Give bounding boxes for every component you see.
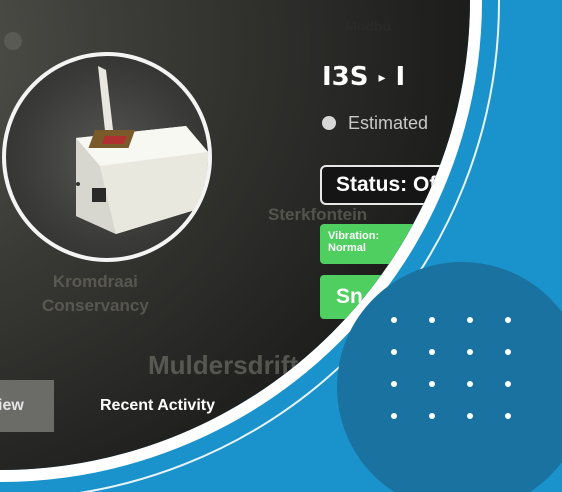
map-label-kromdraai: Kromdraai Conservancy	[42, 270, 149, 318]
estimated-location: Estimated	[322, 113, 428, 134]
decor-dot	[467, 317, 473, 323]
device-image	[2, 52, 212, 262]
decor-dot	[467, 349, 473, 355]
decor-dot	[505, 413, 511, 419]
device-title-prefix: I3S	[322, 62, 369, 92]
device-title-rest: I	[395, 62, 406, 92]
vibration-status[interactable]: Vibration: Normal 🡇	[320, 224, 444, 264]
decor-dot	[505, 317, 511, 323]
decor-dot	[391, 317, 397, 323]
decor-dot	[429, 413, 435, 419]
vibration-label-line1: Vibration:	[328, 230, 380, 242]
header-label: Modbu	[345, 18, 391, 34]
decor-dot	[429, 381, 435, 387]
globe-icon	[322, 116, 336, 130]
tab-overview[interactable]: iew	[0, 380, 54, 432]
map-control-icon[interactable]	[4, 32, 22, 50]
decor-dot	[505, 381, 511, 387]
decor-dot	[429, 317, 435, 323]
dot-grid	[391, 317, 521, 427]
decor-dot	[429, 349, 435, 355]
promo-graphic: Modbu Kromdraai Conservancy Sterkfontein…	[0, 0, 562, 492]
decor-dot	[467, 413, 473, 419]
decor-dot	[391, 381, 397, 387]
tab-sla[interactable]: SL	[306, 380, 326, 432]
device-illustration	[76, 66, 208, 234]
estimated-text: Estimated	[348, 113, 429, 133]
decor-dot	[391, 413, 397, 419]
device-title: I3S ▸ I	[322, 62, 405, 92]
status-badge: Status: Of	[320, 165, 470, 205]
map-label-muldersdrift: Muldersdrift	[148, 350, 299, 380]
decor-dot	[505, 349, 511, 355]
tab-recent-activity[interactable]: Recent Activity	[100, 380, 215, 432]
map-label-kromdraai-line2: Conservancy	[42, 296, 149, 315]
vibration-label-line2: Normal	[328, 242, 366, 254]
vibration-label: Vibration: Normal	[328, 230, 379, 254]
chevron-right-icon: ▸	[378, 69, 386, 86]
decor-dot	[467, 381, 473, 387]
map-label-kromdraai-line1: Kromdraai	[52, 272, 138, 291]
arrow-down-icon: 🡇	[416, 232, 438, 254]
map-label-sterkfontein: Sterkfontein	[268, 205, 368, 224]
decor-dot	[391, 349, 397, 355]
